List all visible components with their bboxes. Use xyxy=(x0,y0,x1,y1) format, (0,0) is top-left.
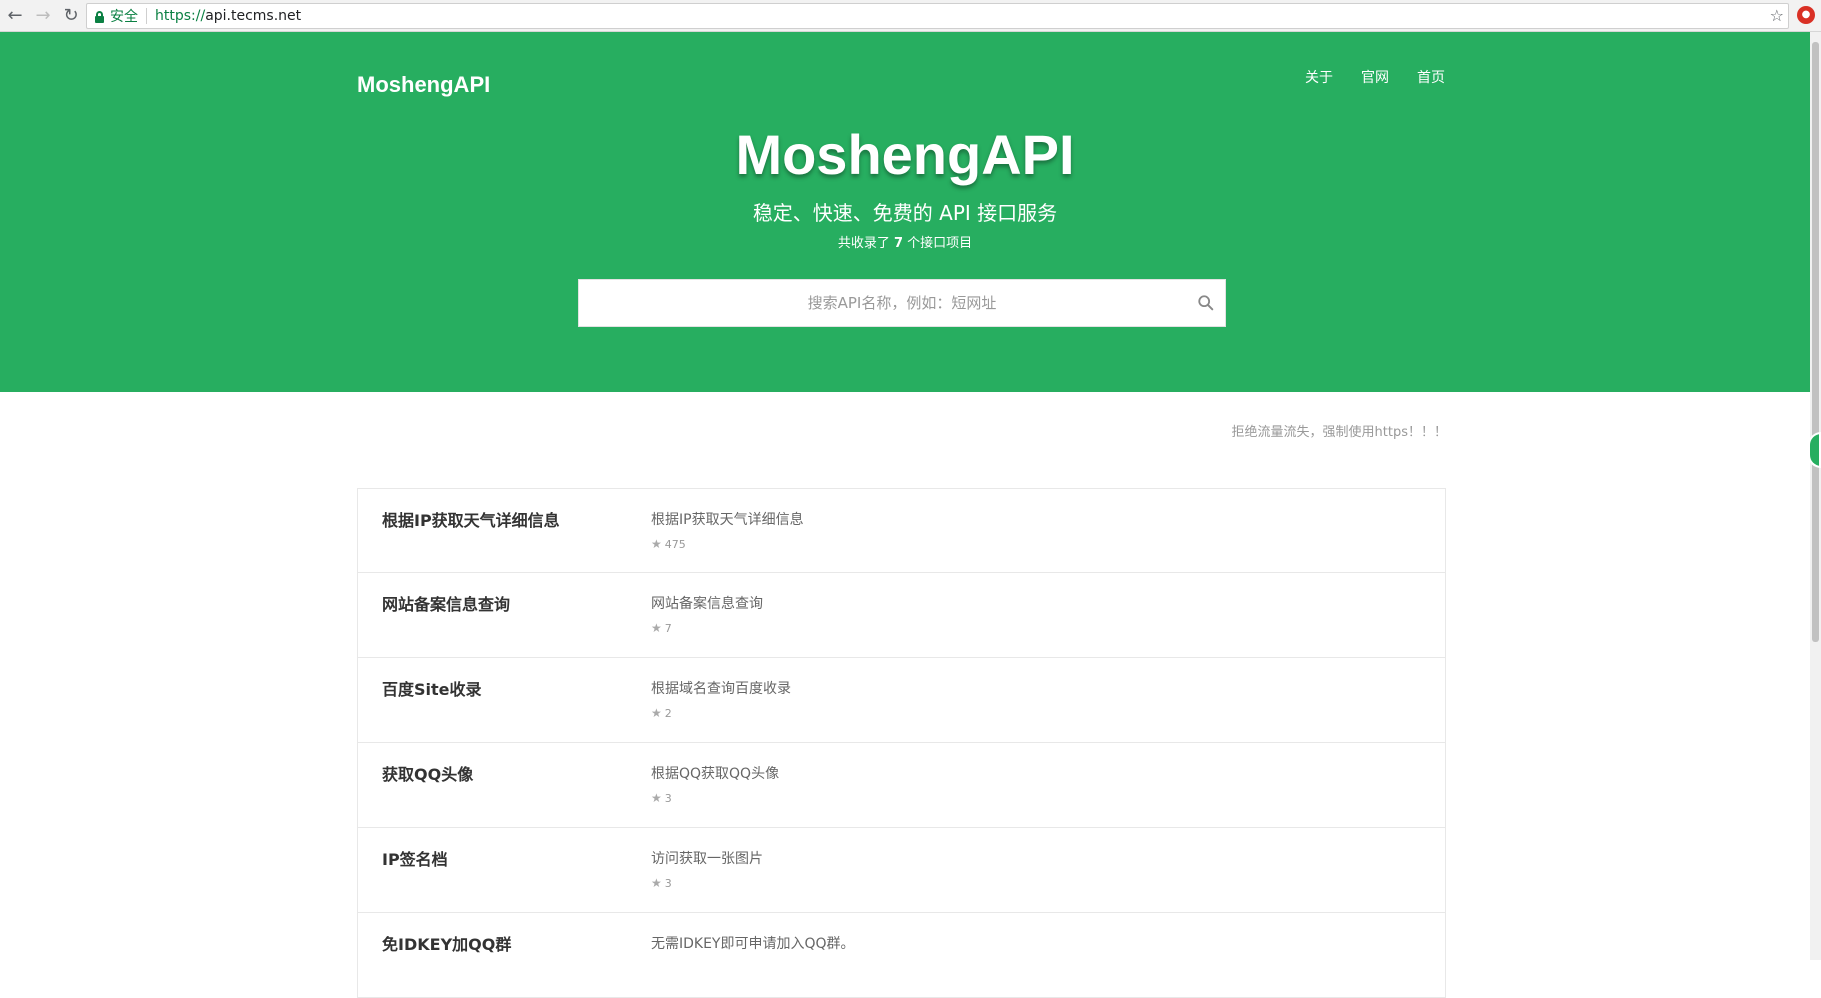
count-suffix: 个接口项目 xyxy=(907,236,973,251)
api-item[interactable]: 获取QQ头像 根据QQ获取QQ头像 ★ 3 xyxy=(357,743,1446,828)
api-description: 根据域名查询百度收录 xyxy=(651,681,791,697)
extension-icon[interactable]: ● xyxy=(1797,6,1815,24)
secure-label: 安全 xyxy=(110,9,138,25)
reload-icon[interactable]: ↻ xyxy=(58,3,84,29)
star-icon: ★ xyxy=(651,876,662,890)
api-item[interactable]: IP签名档 访问获取一张图片 ★ 3 xyxy=(357,828,1446,913)
api-description: 无需IDKEY即可申请加入QQ群。 xyxy=(651,936,855,952)
forward-icon[interactable]: → xyxy=(30,3,56,29)
browser-toolbar: ← → ↻ 安全 https://api.tecms.net ☆ ● xyxy=(0,0,1821,32)
star-count: 7 xyxy=(664,621,672,635)
api-stars: ★ 2 xyxy=(651,706,672,720)
count-prefix: 共收录了 xyxy=(837,236,890,251)
api-stars: ★ 7 xyxy=(651,621,672,635)
count-value: 7 xyxy=(893,236,904,251)
api-list: 根据IP获取天气详细信息 根据IP获取天气详细信息 ★ 475 网站备案信息查询 … xyxy=(357,488,1446,998)
top-nav: 关于 官网 首页 xyxy=(1305,67,1445,87)
lock-icon xyxy=(95,10,104,23)
star-count: 3 xyxy=(664,876,672,890)
page-scrollbar[interactable] xyxy=(1810,32,1821,960)
star-count: 2 xyxy=(664,706,672,720)
star-count: 3 xyxy=(664,791,672,805)
api-item[interactable]: 根据IP获取天气详细信息 根据IP获取天气详细信息 ★ 475 xyxy=(357,488,1446,573)
https-notice: 拒绝流量流失，强制使用https！！！ xyxy=(1231,425,1447,440)
search-box xyxy=(578,279,1226,327)
hero-subtitle: 稳定、快速、免费的 API 接口服务 xyxy=(752,201,1058,225)
star-icon: ★ xyxy=(651,621,662,635)
url-text: https://api.tecms.net xyxy=(155,8,301,24)
api-name[interactable]: 网站备案信息查询 xyxy=(382,591,510,615)
url-host: api.tecms.net xyxy=(205,8,302,24)
api-item[interactable]: 免IDKEY加QQ群 无需IDKEY即可申请加入QQ群。 xyxy=(357,913,1446,998)
api-name[interactable]: IP签名档 xyxy=(382,846,448,870)
nav-home[interactable]: 首页 xyxy=(1417,67,1445,87)
api-count: 共收录了 7 个接口项目 xyxy=(0,232,1810,251)
api-description: 根据QQ获取QQ头像 xyxy=(651,766,780,782)
api-name[interactable]: 根据IP获取天气详细信息 xyxy=(382,507,560,531)
api-description: 访问获取一张图片 xyxy=(651,851,763,867)
api-name[interactable]: 百度Site收录 xyxy=(382,676,482,700)
side-floating-button[interactable] xyxy=(1808,432,1821,468)
hero-title: MoshengAPI xyxy=(735,123,1075,186)
back-icon[interactable]: ← xyxy=(2,3,28,29)
star-icon: ★ xyxy=(651,537,662,551)
url-scheme: https:// xyxy=(155,8,206,24)
api-description: 根据IP获取天气详细信息 xyxy=(651,512,804,528)
search-input[interactable] xyxy=(579,280,1225,326)
api-description: 网站备案信息查询 xyxy=(651,596,763,612)
bookmark-star-icon[interactable]: ☆ xyxy=(1770,6,1784,25)
api-stars: ★ 475 xyxy=(651,537,686,551)
nav-official-site[interactable]: 官网 xyxy=(1361,67,1389,87)
api-item[interactable]: 网站备案信息查询 网站备案信息查询 ★ 7 xyxy=(357,573,1446,658)
search-icon[interactable] xyxy=(1197,294,1215,312)
api-stars: ★ 3 xyxy=(651,876,672,890)
star-count: 475 xyxy=(664,537,686,551)
hero-header: MoshengAPI 关于 官网 首页 MoshengAPI 稳定、快速、免费的… xyxy=(0,32,1810,392)
address-bar[interactable]: 安全 https://api.tecms.net ☆ xyxy=(86,3,1789,29)
nav-about[interactable]: 关于 xyxy=(1305,67,1333,87)
star-icon: ★ xyxy=(651,791,662,805)
api-stars: ★ 3 xyxy=(651,791,672,805)
star-icon: ★ xyxy=(651,706,662,720)
api-item[interactable]: 百度Site收录 根据域名查询百度收录 ★ 2 xyxy=(357,658,1446,743)
api-name[interactable]: 获取QQ头像 xyxy=(382,761,473,785)
api-name[interactable]: 免IDKEY加QQ群 xyxy=(382,931,511,955)
address-separator xyxy=(146,8,147,24)
brand-logo[interactable]: MoshengAPI xyxy=(357,72,490,98)
scrollbar-thumb[interactable] xyxy=(1812,42,1819,642)
